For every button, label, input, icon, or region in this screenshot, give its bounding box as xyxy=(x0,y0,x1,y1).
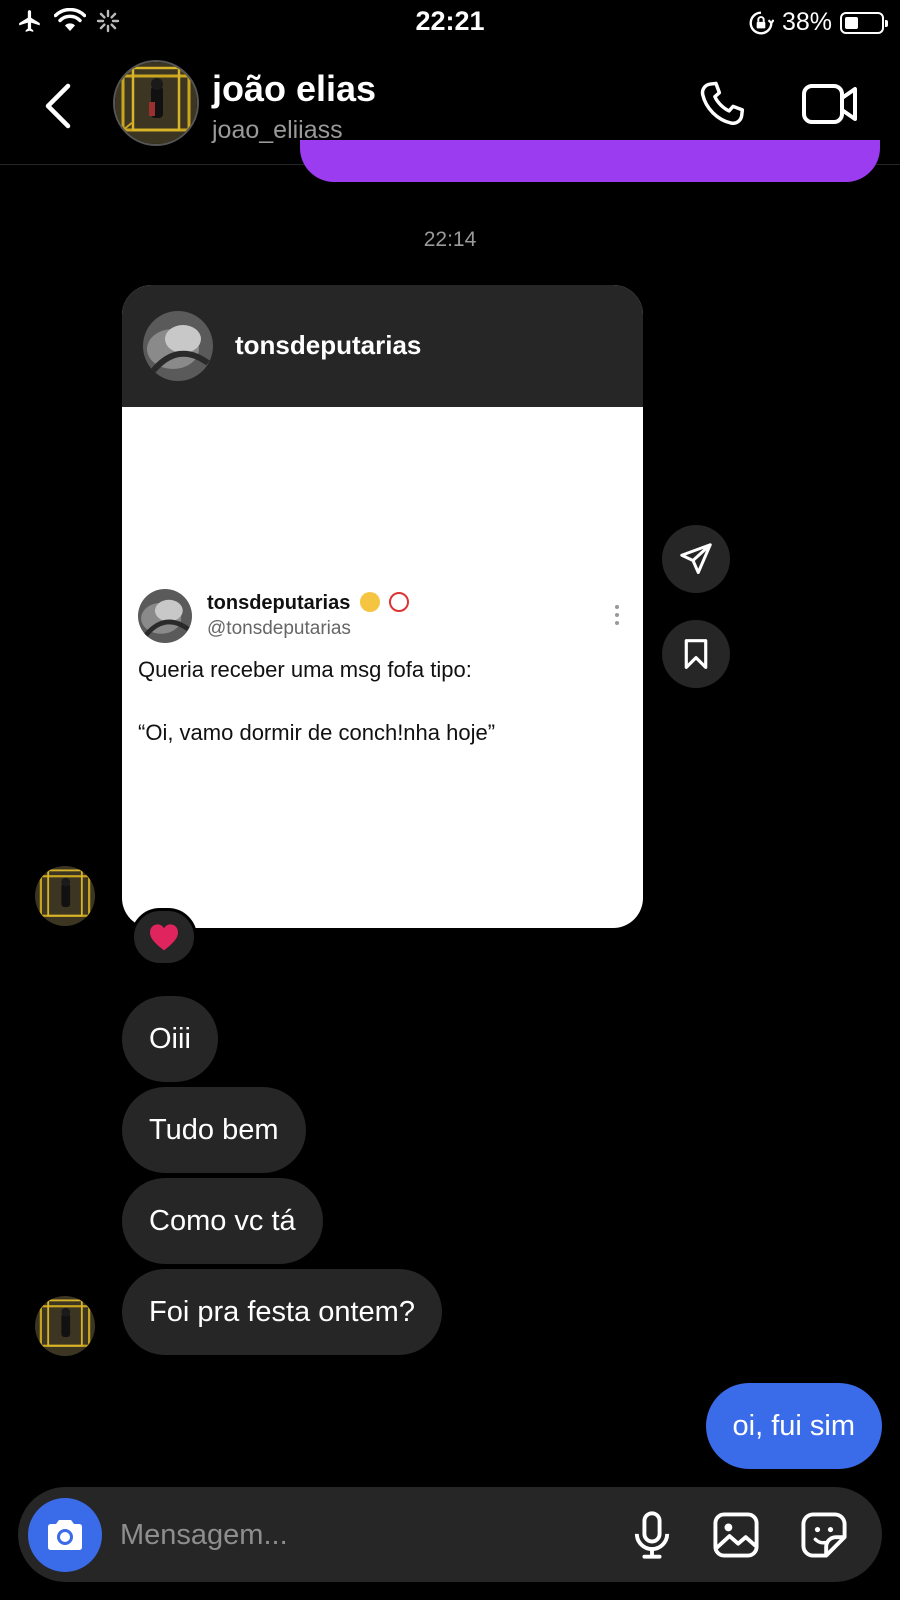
tweet-author-row: tonsdeputarias xyxy=(207,592,410,615)
phone-icon xyxy=(700,81,745,125)
message-composer xyxy=(18,1487,882,1582)
bookmark-icon xyxy=(684,639,708,669)
tweet-text-line-2: “Oi, vamo dormir de conch!nha hoje” xyxy=(138,720,496,745)
camera-button[interactable] xyxy=(28,1498,102,1572)
contact-name[interactable]: joão elias xyxy=(212,68,376,110)
send-icon xyxy=(680,543,712,574)
contact-avatar[interactable] xyxy=(113,60,199,146)
incoming-message-bubble[interactable]: Foi pra festa ontem? xyxy=(122,1269,442,1355)
call-button[interactable] xyxy=(696,78,748,130)
outgoing-message-bubble[interactable]: oi, fui sim xyxy=(705,1383,882,1469)
smirk-emoji-icon xyxy=(359,592,380,612)
sender-avatar[interactable] xyxy=(35,1296,95,1356)
tweet-author-name: tonsdeputarias xyxy=(207,592,351,614)
status-bar: 22:21 38% xyxy=(0,0,900,46)
gallery-icon xyxy=(713,1512,759,1558)
microphone-icon xyxy=(634,1511,670,1559)
status-right-icons: 38% xyxy=(748,8,888,37)
sticker-button[interactable] xyxy=(798,1509,850,1561)
microphone-button[interactable] xyxy=(626,1509,678,1561)
shared-post-card[interactable]: tonsdeputarias tonsdeputarias @tonsdeput… xyxy=(122,285,643,928)
message-input[interactable] xyxy=(120,1513,600,1557)
sender-avatar[interactable] xyxy=(35,866,95,926)
gallery-button[interactable] xyxy=(710,1509,762,1561)
tweet-text-line-1: Queria receber uma msg fofa tipo: xyxy=(138,657,472,682)
incoming-message-bubble[interactable]: Oiii xyxy=(122,996,218,1082)
shared-post-avatar[interactable] xyxy=(143,311,213,381)
back-button[interactable] xyxy=(38,78,82,134)
tweet-author-handle: @tonsdeputarias xyxy=(207,618,351,639)
incoming-message-bubble[interactable]: Tudo bem xyxy=(122,1087,306,1173)
battery-level xyxy=(845,16,858,29)
back-arrow-icon xyxy=(45,83,71,129)
previous-outgoing-bubble[interactable] xyxy=(300,140,880,182)
share-post-button[interactable] xyxy=(662,525,730,593)
tweet-avatar xyxy=(138,589,192,643)
camera-icon xyxy=(48,1520,82,1550)
orientation-lock-icon xyxy=(749,11,774,34)
incoming-message-bubble[interactable]: Como vc tá xyxy=(122,1178,323,1264)
more-options-icon xyxy=(615,605,619,625)
sticker-icon xyxy=(801,1512,847,1558)
video-call-button[interactable] xyxy=(800,78,860,130)
shared-post-account[interactable]: tonsdeputarias xyxy=(235,330,421,361)
video-camera-icon xyxy=(802,84,857,124)
save-post-button[interactable] xyxy=(662,620,730,688)
shared-post-header[interactable]: tonsdeputarias xyxy=(122,285,643,407)
message-reaction[interactable] xyxy=(131,908,197,966)
battery-icon xyxy=(840,11,888,34)
no-under-18-emoji-icon xyxy=(389,592,410,612)
message-timestamp: 22:14 xyxy=(423,228,477,251)
heart-icon xyxy=(150,924,178,951)
battery-percentage: 38% xyxy=(781,8,832,36)
